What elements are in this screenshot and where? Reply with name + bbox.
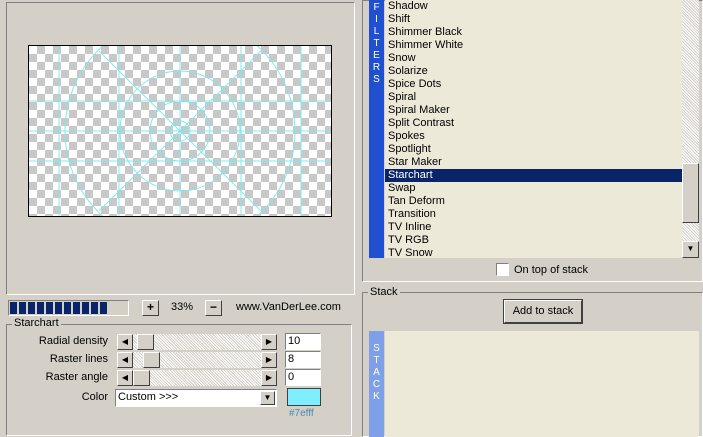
progress-segment (100, 302, 107, 314)
slider-left-arrow-icon[interactable]: ◀ (117, 370, 133, 386)
filter-list[interactable]: Shadow Shift Shimmer Black Shimmer White Sno… (385, 0, 682, 258)
progress-segment (73, 302, 80, 314)
radial-density-input[interactable]: 10 (285, 333, 321, 350)
slider-left-arrow-icon[interactable]: ◀ (117, 334, 133, 350)
zoom-level: 33% (170, 301, 194, 313)
add-to-stack-button[interactable]: Add to stack (503, 299, 583, 324)
filter-list-item[interactable]: Star Maker (385, 156, 682, 169)
filter-list-item[interactable]: Spiral Maker (385, 104, 682, 117)
color-swatch[interactable] (287, 388, 321, 406)
filter-list-item[interactable]: Spokes (385, 130, 682, 143)
progress-bar (8, 300, 129, 316)
zoom-in-button[interactable]: + (142, 300, 159, 316)
filter-list-scrollbar[interactable]: ▼ (682, 0, 699, 258)
preview-canvas[interactable] (28, 45, 332, 217)
color-hex-value: #7efff (289, 408, 314, 419)
radial-density-label: Radial density (38, 335, 108, 347)
slider-track[interactable] (133, 370, 261, 386)
filter-list-item[interactable]: Snow (385, 52, 682, 65)
filter-list-item[interactable]: TV RGB (385, 234, 682, 247)
zoom-out-button[interactable]: − (205, 300, 222, 316)
stack-group-title: Stack (368, 286, 400, 298)
starchart-preview (29, 46, 331, 216)
filter-list-item[interactable]: TV Snow (385, 247, 682, 258)
preview-panel (6, 2, 355, 295)
slider-thumb[interactable] (137, 334, 154, 350)
top-of-stack-checkbox[interactable]: On top of stack (496, 263, 588, 276)
slider-right-arrow-icon[interactable]: ▶ (261, 352, 277, 368)
filter-list-item[interactable]: Shift (385, 13, 682, 26)
raster-lines-slider[interactable]: ◀ ▶ (117, 352, 277, 368)
color-label: Color (81, 391, 108, 403)
filter-list-item[interactable]: Spice Dots (385, 78, 682, 91)
slider-right-arrow-icon[interactable]: ▶ (261, 370, 277, 386)
progress-segment (10, 302, 17, 314)
radial-density-slider[interactable]: ◀ ▶ (117, 334, 277, 350)
filter-list-item[interactable]: Shimmer Black (385, 26, 682, 39)
slider-thumb[interactable] (133, 370, 150, 386)
scrollbar-thumb[interactable] (682, 163, 699, 223)
stack-tab[interactable]: STACK (369, 331, 384, 437)
filter-list-item[interactable]: Spotlight (385, 143, 682, 156)
progress-segment (37, 302, 44, 314)
top-of-stack-label: On top of stack (514, 263, 588, 276)
filter-list-item[interactable]: Transition (385, 208, 682, 221)
scroll-down-arrow-icon[interactable]: ▼ (682, 241, 699, 258)
color-select-value: Custom >>> (118, 391, 179, 403)
raster-angle-slider[interactable]: ◀ ▶ (117, 370, 277, 386)
filter-list-item[interactable]: Shadow (385, 0, 682, 13)
progress-segment (19, 302, 26, 314)
raster-angle-label: Raster angle (45, 371, 108, 383)
website-link[interactable]: www.VanDerLee.com (236, 301, 341, 313)
filter-list-item[interactable]: Swap (385, 182, 682, 195)
progress-segment (82, 302, 89, 314)
filter-list-item[interactable]: Split Contrast (385, 117, 682, 130)
filter-list-item[interactable]: Shimmer White (385, 39, 682, 52)
slider-right-arrow-icon[interactable]: ▶ (261, 334, 277, 350)
progress-segment (64, 302, 71, 314)
raster-lines-label: Raster lines (49, 353, 108, 365)
color-select[interactable]: Custom >>> ▼ (115, 389, 277, 407)
progress-segment (28, 302, 35, 314)
raster-lines-input[interactable]: 8 (285, 351, 321, 368)
progress-segment (91, 302, 98, 314)
filter-list-item[interactable]: Tan Deform (385, 195, 682, 208)
filter-list-item[interactable]: Solarize (385, 65, 682, 78)
checkbox-box[interactable] (496, 263, 509, 276)
filters-tab[interactable]: FILTERS (369, 0, 384, 258)
slider-left-arrow-icon[interactable]: ◀ (117, 352, 133, 368)
slider-thumb[interactable] (143, 352, 160, 368)
chevron-down-icon[interactable]: ▼ (260, 391, 275, 405)
filter-list-item[interactable]: Starchart (385, 169, 682, 182)
stack-list[interactable] (385, 331, 699, 437)
filter-list-item[interactable]: TV Inline (385, 221, 682, 234)
progress-segment (55, 302, 62, 314)
filter-list-item[interactable]: Spiral (385, 91, 682, 104)
starchart-group-title: Starchart (12, 317, 61, 329)
progress-segment (46, 302, 53, 314)
raster-angle-input[interactable]: 0 (285, 369, 321, 386)
